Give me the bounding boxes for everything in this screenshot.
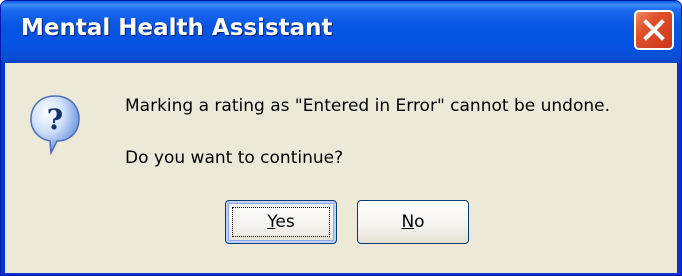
- yes-label-rest: es: [275, 212, 295, 232]
- dialog-body: ? Marking a rating as "Entered in Error"…: [5, 63, 677, 273]
- no-button-label: No: [401, 212, 424, 232]
- message-line-1: Marking a rating as "Entered in Error" c…: [125, 96, 610, 116]
- window-title: Mental Health Assistant: [21, 15, 333, 41]
- yes-button-label: Yes: [267, 212, 294, 232]
- no-button[interactable]: No: [357, 200, 469, 244]
- question-icon: ?: [30, 95, 80, 155]
- title-bar[interactable]: Mental Health Assistant: [1, 1, 681, 63]
- message-line-2: Do you want to continue?: [125, 148, 344, 168]
- close-icon: [643, 19, 665, 41]
- yes-button[interactable]: Yes: [225, 200, 337, 244]
- svg-text:?: ?: [47, 103, 63, 136]
- close-button[interactable]: [634, 10, 674, 50]
- dialog-window: Mental Health Assistant ? Marking a rati…: [0, 0, 682, 276]
- no-mnemonic: N: [401, 212, 415, 232]
- no-label-rest: o: [414, 212, 425, 232]
